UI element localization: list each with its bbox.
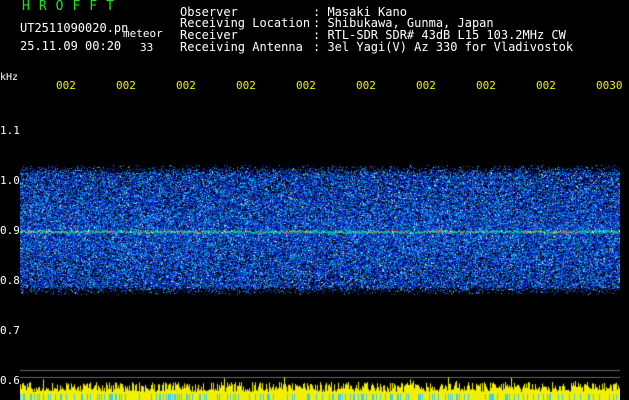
file-name: UT2511090020.pn xyxy=(20,21,129,35)
frequency-tick-label: 1.0 xyxy=(0,174,20,187)
time-label: 002 xyxy=(476,79,496,92)
date-time: 25.11.09 00:20 xyxy=(20,39,122,53)
time-label: 002 xyxy=(176,79,196,92)
time-label: 002 xyxy=(236,79,256,92)
time-label: 002 xyxy=(416,79,436,92)
file-tag: meteor xyxy=(123,27,163,40)
record-count: 33 xyxy=(140,41,154,54)
time-label: 002 xyxy=(56,79,76,92)
spectrogram xyxy=(20,100,620,400)
antenna-label: Receiving Antenna xyxy=(180,40,303,54)
time-label: 002 xyxy=(116,79,136,92)
time-label: 0030 xyxy=(596,79,623,92)
time-label: 002 xyxy=(536,79,556,92)
antenna-value: : 3el Yagi(V) Az 330 for Vladivostok xyxy=(313,40,574,54)
frequency-tick-label: 0.8 xyxy=(0,274,20,287)
time-label: 002 xyxy=(356,79,376,92)
app-title: HROFFT xyxy=(22,0,123,14)
frequency-tick-label: 1.1 xyxy=(0,124,20,137)
frequency-tick-label: 0.6 xyxy=(0,374,20,387)
frequency-tick-label: 0.9 xyxy=(0,224,20,237)
frequency-unit-label: kHz xyxy=(0,72,19,83)
frequency-tick-label: 0.7 xyxy=(0,324,20,337)
time-label: 002 xyxy=(296,79,316,92)
